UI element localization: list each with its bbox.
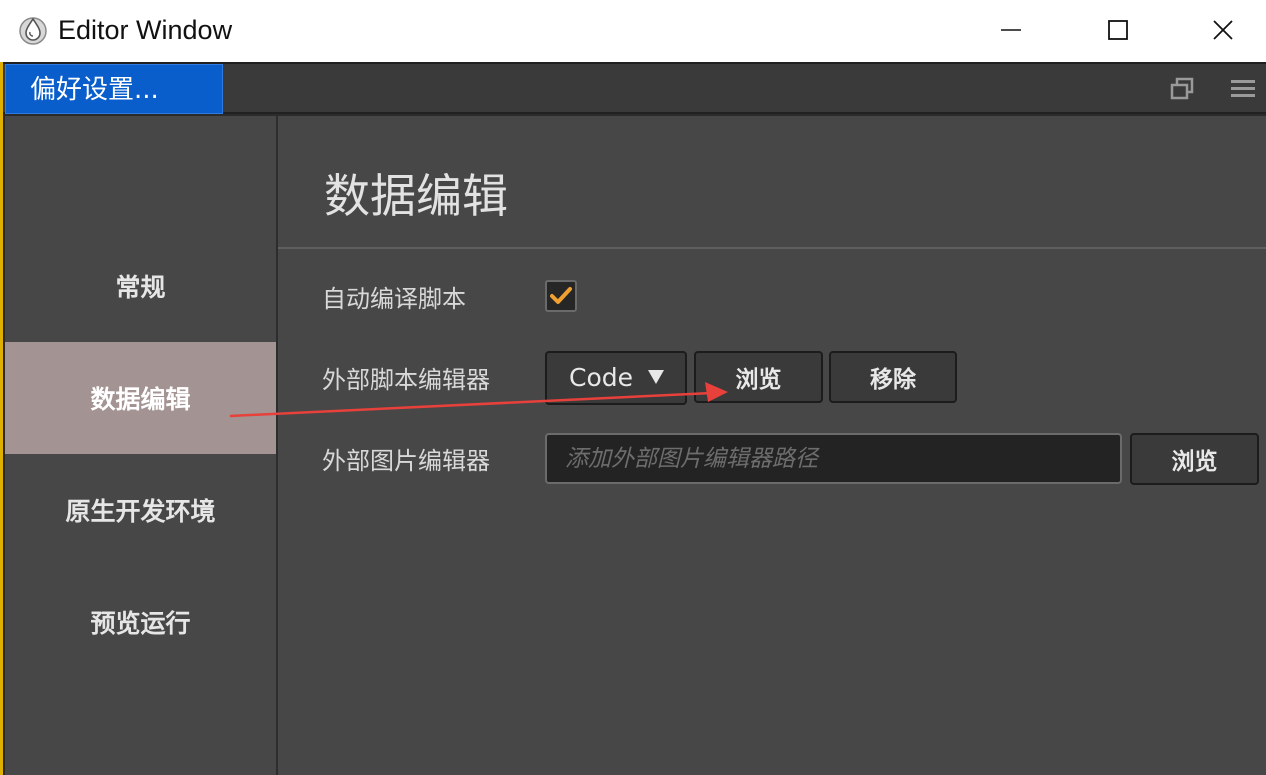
restore-window-button[interactable] <box>1168 76 1196 102</box>
sidebar-item-general[interactable]: 常规 <box>5 230 276 342</box>
sidebar-item-preview-run[interactable]: 预览运行 <box>5 566 276 678</box>
restore-window-icon <box>1170 77 1194 100</box>
panel-menu-button[interactable] <box>1229 76 1257 102</box>
auto-compile-label: 自动编译脚本 <box>322 285 466 313</box>
window-titlebar: Editor Window <box>0 0 1266 62</box>
hamburger-menu-icon <box>1231 80 1255 97</box>
image-editor-label: 外部图片编辑器 <box>322 447 490 475</box>
page-title: 数据编辑 <box>324 169 508 223</box>
preferences-sidebar: 常规 数据编辑 原生开发环境 预览运行 <box>5 116 276 775</box>
minimize-button[interactable] <box>976 4 1046 56</box>
app-icon <box>19 17 47 45</box>
script-editor-select[interactable]: Code <box>545 351 687 405</box>
close-button[interactable] <box>1188 4 1258 56</box>
tab-preferences-label: 偏好设置... <box>30 75 159 105</box>
checkmark-icon <box>550 287 572 304</box>
dropdown-caret-icon <box>648 370 664 384</box>
title-divider <box>278 247 1266 249</box>
minimize-icon <box>1001 29 1021 31</box>
window-title: Editor Window <box>58 15 233 45</box>
image-editor-path-input[interactable] <box>545 433 1122 484</box>
close-icon <box>1213 20 1233 40</box>
window-border <box>0 62 3 775</box>
image-editor-browse-button[interactable]: 浏览 <box>1130 433 1259 485</box>
sidebar-item-data-editing[interactable]: 数据编辑 <box>5 342 276 454</box>
script-editor-selected-value: Code <box>569 363 634 392</box>
script-editor-browse-button[interactable]: 浏览 <box>694 351 823 403</box>
sidebar-item-native-env[interactable]: 原生开发环境 <box>5 454 276 566</box>
script-editor-label: 外部脚本编辑器 <box>322 366 490 394</box>
maximize-icon <box>1108 20 1128 40</box>
tab-preferences[interactable]: 偏好设置... <box>5 64 223 114</box>
auto-compile-checkbox[interactable] <box>545 280 577 312</box>
script-editor-remove-button[interactable]: 移除 <box>829 351 957 403</box>
maximize-button[interactable] <box>1083 4 1153 56</box>
